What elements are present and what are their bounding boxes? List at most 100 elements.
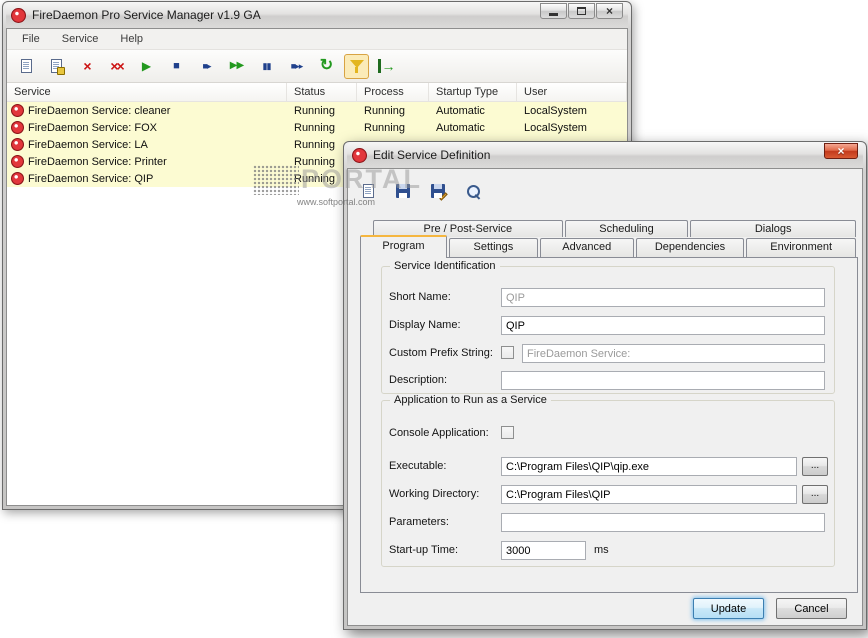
- filter-button[interactable]: [344, 53, 369, 79]
- new-service-button[interactable]: [14, 54, 39, 79]
- description-input[interactable]: [501, 371, 825, 390]
- menu-help[interactable]: Help: [109, 30, 154, 48]
- restart-icon: ■▸: [202, 60, 212, 71]
- col-service[interactable]: Service: [7, 83, 287, 101]
- working-directory-input[interactable]: [501, 485, 797, 504]
- short-name-label: Short Name:: [389, 291, 451, 303]
- firedaemon-logo-icon: [11, 7, 26, 23]
- dialog-titlebar[interactable]: Edit Service Definition ×: [347, 142, 863, 168]
- group-title: Service Identification: [390, 260, 500, 272]
- list-header: Service Status Process Startup Type User: [7, 83, 627, 102]
- working-directory-label: Working Directory:: [389, 488, 480, 500]
- tab-program[interactable]: Program: [360, 235, 447, 258]
- edit-service-dialog: Edit Service Definition × Pre / Post-Ser…: [343, 141, 867, 630]
- restart-all-button[interactable]: ■▸▸: [284, 54, 309, 79]
- col-status[interactable]: Status: [287, 83, 357, 101]
- group-title: Application to Run as a Service: [390, 394, 551, 406]
- close-icon: ×: [605, 4, 613, 18]
- delete-icon: ×: [83, 58, 91, 74]
- dialog-title: Edit Service Definition: [373, 148, 491, 162]
- exit-icon: →: [377, 59, 396, 73]
- menu-service[interactable]: Service: [51, 30, 110, 48]
- parameters-input[interactable]: [501, 513, 825, 532]
- working-directory-browse-button[interactable]: ...: [802, 485, 828, 504]
- delete-service-button[interactable]: ×: [74, 54, 99, 79]
- maximize-button[interactable]: [568, 3, 595, 19]
- main-window-title: FireDaemon Pro Service Manager v1.9 GA: [32, 8, 261, 22]
- find-button[interactable]: [462, 180, 484, 202]
- startup-time-input[interactable]: [501, 541, 586, 560]
- firedaemon-service-icon: [11, 155, 24, 168]
- start-icon: ▶: [141, 59, 152, 73]
- update-button[interactable]: Update: [693, 598, 764, 619]
- restart-service-button[interactable]: ■▸: [194, 54, 219, 79]
- service-name-cell: FireDaemon Service: LA: [7, 138, 287, 151]
- col-user[interactable]: User: [517, 83, 627, 101]
- refresh-button[interactable]: ↻: [314, 54, 339, 79]
- dialog-close-button[interactable]: ×: [824, 143, 858, 159]
- menu-bar: File Service Help: [7, 29, 627, 50]
- status-cell: Running: [294, 104, 335, 117]
- process-cell: Running: [364, 104, 405, 117]
- program-tab-pane: Service Identification Short Name: Displ…: [360, 257, 858, 593]
- menu-file[interactable]: File: [11, 30, 51, 48]
- service-name-cell: FireDaemon Service: cleaner: [7, 104, 287, 117]
- install-service-icon: [396, 184, 410, 198]
- executable-input[interactable]: [501, 457, 797, 476]
- main-titlebar[interactable]: FireDaemon Pro Service Manager v1.9 GA ×: [6, 2, 628, 28]
- stop-all-icon: ▮▮: [262, 60, 272, 71]
- custom-prefix-label: Custom Prefix String:: [389, 347, 493, 359]
- firedaemon-service-icon: [11, 121, 24, 134]
- executable-browse-button[interactable]: ...: [802, 457, 828, 476]
- tab-scheduling[interactable]: Scheduling: [564, 220, 689, 237]
- user-cell: LocalSystem: [524, 121, 587, 134]
- description-label: Description:: [389, 374, 448, 386]
- stop-all-button[interactable]: ▮▮: [254, 54, 279, 79]
- stop-service-button[interactable]: ■: [164, 54, 189, 79]
- application-group: Application to Run as a Service Console …: [381, 394, 835, 567]
- custom-prefix-input[interactable]: [522, 344, 825, 363]
- edit-service-button[interactable]: [44, 54, 69, 79]
- close-button[interactable]: ×: [596, 3, 623, 19]
- console-application-label: Console Application:: [389, 427, 489, 439]
- service-row[interactable]: FireDaemon Service: cleaner Running Runn…: [7, 102, 627, 119]
- tab-dialogs[interactable]: Dialogs: [690, 220, 857, 237]
- main-toolbar: × ×× ▶ ■ ■▸ ▶▶ ▮▮ ■▸▸ ↻ →: [7, 50, 627, 83]
- display-name-input[interactable]: [501, 316, 825, 335]
- tab-dependencies[interactable]: Dependencies: [635, 238, 745, 257]
- save-definition-icon: [431, 184, 448, 201]
- service-row[interactable]: FireDaemon Service: FOX Running Running …: [7, 119, 627, 136]
- short-name-input[interactable]: [501, 288, 825, 307]
- col-process[interactable]: Process: [357, 83, 429, 101]
- service-name-cell: FireDaemon Service: FOX: [7, 121, 287, 134]
- restart-all-icon: ■▸▸: [290, 60, 304, 71]
- service-name-cell: FireDaemon Service: Printer: [7, 155, 287, 168]
- startup-cell: Automatic: [436, 121, 485, 134]
- user-cell: LocalSystem: [524, 104, 587, 117]
- tab-settings[interactable]: Settings: [448, 238, 538, 257]
- display-name-label: Display Name:: [389, 319, 461, 331]
- console-application-checkbox[interactable]: [501, 426, 514, 439]
- startup-time-label: Start-up Time:: [389, 544, 459, 556]
- uninstall-all-icon: ××: [110, 58, 124, 74]
- install-service-button[interactable]: [392, 180, 414, 202]
- minimize-button[interactable]: [540, 3, 567, 19]
- tab-environment[interactable]: Environment: [746, 238, 856, 257]
- tab-advanced[interactable]: Advanced: [539, 238, 634, 257]
- uninstall-all-button[interactable]: ××: [104, 54, 129, 79]
- start-all-button[interactable]: ▶▶: [224, 54, 249, 79]
- custom-prefix-checkbox[interactable]: [501, 346, 514, 359]
- edit-service-icon: [51, 59, 65, 75]
- save-definition-button[interactable]: [427, 180, 449, 202]
- start-service-button[interactable]: ▶: [134, 54, 159, 79]
- parameters-label: Parameters:: [389, 516, 449, 528]
- service-identification-group: Service Identification Short Name: Displ…: [381, 260, 835, 394]
- new-definition-button[interactable]: [357, 180, 379, 202]
- filter-icon: [349, 59, 365, 74]
- firedaemon-service-icon: [11, 138, 24, 151]
- close-icon: ×: [837, 144, 845, 158]
- exit-button[interactable]: →: [374, 54, 399, 79]
- cancel-button[interactable]: Cancel: [776, 598, 847, 619]
- col-startup-type[interactable]: Startup Type: [429, 83, 517, 101]
- stop-icon: ■: [173, 59, 180, 72]
